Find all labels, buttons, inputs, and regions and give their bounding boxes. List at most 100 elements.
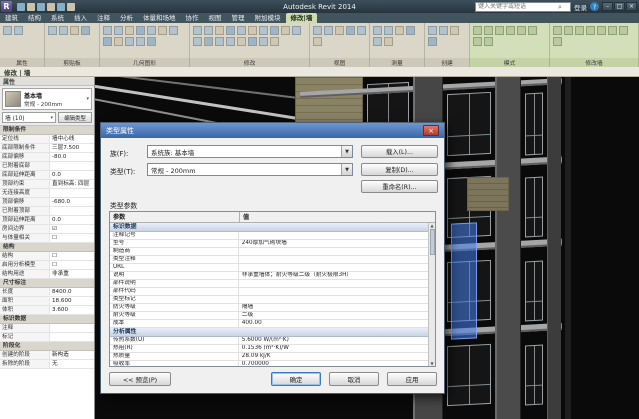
property-group-header[interactable]: 限制条件 — [0, 126, 94, 135]
ribbon-tool-icon[interactable] — [553, 26, 562, 35]
ribbon-tool-icon[interactable] — [237, 37, 246, 46]
ok-button[interactable]: 确定 — [271, 372, 321, 386]
param-row[interactable]: 型号240厚加气砌块墙 — [110, 240, 428, 248]
cancel-button[interactable]: 取消 — [329, 372, 379, 386]
ribbon-tool-icon[interactable] — [346, 26, 355, 35]
properties-palette-header[interactable]: 属性 — [0, 77, 94, 86]
type-dropdown[interactable]: 常规 - 200mm ▼ — [147, 163, 353, 176]
ribbon-tool-icon[interactable] — [428, 26, 437, 35]
param-section-header[interactable]: 分析属性 — [110, 328, 428, 337]
ribbon-tool-icon[interactable] — [484, 37, 493, 46]
ribbon-tool-icon[interactable] — [59, 26, 68, 35]
save-icon[interactable] — [17, 3, 25, 11]
ribbon-tool-icon[interactable] — [495, 26, 504, 35]
ribbon-tool-icon[interactable] — [450, 26, 459, 35]
search-icon[interactable]: ⌕ — [558, 3, 562, 11]
section-icon[interactable] — [67, 3, 75, 11]
ribbon-tool-icon[interactable] — [48, 26, 57, 35]
ribbon-tool-icon[interactable] — [114, 26, 123, 35]
panel-label[interactable]: 视图 — [310, 58, 370, 67]
ribbon-tool-icon[interactable] — [248, 37, 257, 46]
ribbon-tool-icon[interactable] — [506, 26, 515, 35]
ribbon-tool-icon[interactable] — [215, 37, 224, 46]
panel-label[interactable]: 测量 — [370, 58, 425, 67]
ribbon-tab[interactable]: 管理 — [227, 13, 250, 23]
property-row[interactable]: 底部延伸距离0.0 — [0, 171, 94, 180]
ribbon-tool-icon[interactable] — [406, 26, 415, 35]
family-dropdown[interactable]: 系统族: 基本墙 ▼ — [147, 145, 353, 158]
param-row[interactable]: 热质量28.09 kJ/K — [110, 353, 428, 361]
property-group-header[interactable]: 阶段化 — [0, 342, 94, 351]
property-row[interactable]: 顶部偏移-680.0 — [0, 198, 94, 207]
property-row[interactable]: 与体量相关☐ — [0, 234, 94, 243]
ribbon-tool-icon[interactable] — [204, 37, 213, 46]
close-button[interactable]: × — [626, 2, 637, 11]
panel-label[interactable]: 创建 — [425, 58, 470, 67]
ribbon-tool-icon[interactable] — [292, 26, 301, 35]
ribbon-tool-icon[interactable] — [357, 26, 366, 35]
panel-label[interactable]: 剪贴板 — [45, 58, 100, 67]
undo-icon[interactable] — [27, 3, 35, 11]
ribbon-tool-icon[interactable] — [147, 37, 156, 46]
property-row[interactable]: 拆除的阶段无 — [0, 360, 94, 369]
ribbon-tab[interactable]: 建筑 — [0, 13, 23, 23]
ribbon-tool-icon[interactable] — [439, 26, 448, 35]
element-filter-dropdown[interactable]: 墙 (10) ▾ — [2, 112, 56, 123]
property-row[interactable]: 标记 — [0, 333, 94, 342]
ribbon-tab[interactable]: 修改|墙 — [286, 13, 318, 23]
ribbon-tool-icon[interactable] — [204, 26, 213, 35]
ribbon-tool-icon[interactable] — [335, 26, 344, 35]
property-row[interactable]: 长度8400.0 — [0, 288, 94, 297]
edit-type-button[interactable]: 编辑类型 — [58, 112, 92, 123]
ribbon-tool-icon[interactable] — [373, 37, 382, 46]
ribbon-tool-icon[interactable] — [373, 26, 382, 35]
param-row[interactable]: 热阻(R)0.1536 (m²·K)/W — [110, 345, 428, 353]
load-button[interactable]: 载入(L)... — [361, 145, 438, 158]
ribbon-tab[interactable]: 附加模块 — [250, 13, 286, 23]
quick-access-toolbar[interactable] — [12, 3, 80, 11]
property-row[interactable]: 结构☐ — [0, 252, 94, 261]
chevron-down-icon[interactable]: ▼ — [341, 146, 352, 157]
print-icon[interactable] — [47, 3, 55, 11]
dialog-title-bar[interactable]: 类型属性 × — [101, 123, 444, 138]
scroll-down-icon[interactable]: ▼ — [430, 361, 433, 366]
ribbon-tool-icon[interactable] — [281, 26, 290, 35]
ribbon-tool-icon[interactable] — [259, 37, 268, 46]
property-row[interactable]: 体积3.600 — [0, 306, 94, 315]
ribbon-tool-icon[interactable] — [517, 26, 526, 35]
property-row[interactable]: 房间边界☑ — [0, 225, 94, 234]
ribbon-tool-icon[interactable] — [226, 26, 235, 35]
ribbon-tool-icon[interactable] — [226, 37, 235, 46]
ribbon-tab[interactable]: 分析 — [115, 13, 138, 23]
ribbon-tool-icon[interactable] — [169, 26, 178, 35]
property-row[interactable]: 顶部延伸距离0.0 — [0, 216, 94, 225]
property-row[interactable]: 已附着底部 — [0, 162, 94, 171]
property-group-header[interactable]: 尺寸标注 — [0, 279, 94, 288]
ribbon-tool-icon[interactable] — [270, 26, 279, 35]
property-row[interactable]: 启用分析模型☐ — [0, 261, 94, 270]
ribbon-tool-icon[interactable] — [384, 26, 393, 35]
ribbon-tool-icon[interactable] — [237, 26, 246, 35]
property-row[interactable]: 底部限制条件三层7.500 — [0, 144, 94, 153]
property-row[interactable]: 无连接高度 — [0, 189, 94, 198]
chevron-down-icon[interactable]: ▼ — [341, 164, 352, 175]
ribbon-tool-icon[interactable] — [248, 26, 257, 35]
property-group-header[interactable]: 结构 — [0, 243, 94, 252]
param-row[interactable]: 耐火等级二级 — [110, 312, 428, 320]
duplicate-button[interactable]: 复制(D)... — [361, 163, 438, 176]
ribbon-tool-icon[interactable] — [553, 37, 562, 46]
ribbon-tool-icon[interactable] — [395, 26, 404, 35]
help-icon[interactable]: ? — [590, 2, 599, 11]
ribbon-tool-icon[interactable] — [136, 26, 145, 35]
redo-icon[interactable] — [37, 3, 45, 11]
ribbon-tool-icon[interactable] — [81, 26, 90, 35]
param-row[interactable]: 成本400.00 — [110, 320, 428, 328]
param-row[interactable]: 吸收率0.700000 — [110, 361, 428, 366]
ribbon-tool-icon[interactable] — [3, 26, 12, 35]
ribbon-tool-icon[interactable] — [136, 37, 145, 46]
panel-label[interactable]: 模式 — [470, 58, 550, 67]
ribbon-tool-icon[interactable] — [125, 37, 134, 46]
property-group-header[interactable]: 标识数据 — [0, 315, 94, 324]
ribbon-tool-icon[interactable] — [103, 26, 112, 35]
ribbon-tool-icon[interactable] — [193, 26, 202, 35]
